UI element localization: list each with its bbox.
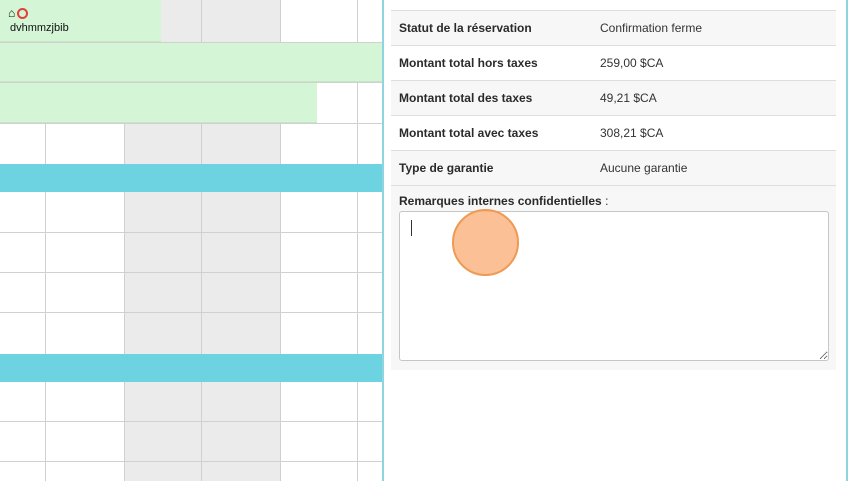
detail-value: Confirmation ferme [600, 21, 703, 35]
booking-icons: ⌂ [8, 6, 29, 20]
booking-block[interactable] [0, 43, 382, 82]
remarks-label: Remarques internes confidentielles : [399, 194, 608, 208]
detail-label: Montant total des taxes [399, 91, 533, 105]
day-separator-band [0, 164, 382, 192]
detail-value: 49,21 $CA [600, 91, 657, 105]
detail-value: Aucune garantie [600, 161, 688, 175]
detail-row-status: Statut de la réservation Confirmation fe… [391, 10, 836, 45]
panel-border [846, 0, 848, 481]
booking-name: dvhmmzjbib [10, 22, 69, 34]
booking-block[interactable] [0, 83, 317, 123]
detail-label: Statut de la réservation [399, 21, 532, 35]
text-caret [411, 220, 412, 236]
detail-label: Type de garantie [399, 161, 494, 175]
detail-value: 308,21 $CA [600, 126, 664, 140]
detail-row-subtotal: Montant total hors taxes 259,00 $CA [391, 45, 836, 80]
detail-label: Montant total hors taxes [399, 56, 538, 70]
grid-line [0, 312, 382, 313]
remarks-label-text: Remarques internes confidentielles [399, 194, 602, 208]
remarks-label-suffix: : [601, 194, 609, 208]
grid-line [0, 461, 382, 462]
detail-row-total: Montant total avec taxes 308,21 $CA [391, 115, 836, 150]
booking-block[interactable]: ⌂ dvhmmzjbib [0, 0, 161, 42]
detail-row-taxes: Montant total des taxes 49,21 $CA [391, 80, 836, 115]
house-icon: ⌂ [8, 6, 16, 20]
row-separator [391, 185, 836, 186]
calendar-grid[interactable]: ⌂ dvhmmzjbib [0, 0, 382, 481]
day-separator-band [0, 354, 382, 382]
app-root: ⌂ dvhmmzjbib Statut de la réservation Co… [0, 0, 860, 481]
grid-line [0, 232, 382, 233]
detail-label: Montant total avec taxes [399, 126, 539, 140]
detail-row-guarantee: Type de garantie Aucune garantie [391, 150, 836, 185]
detail-value: 259,00 $CA [600, 56, 664, 70]
grid-line [0, 123, 382, 124]
circle-icon [17, 7, 29, 19]
panel-divider [382, 0, 384, 481]
click-indicator [452, 209, 519, 276]
grid-line [0, 272, 382, 273]
grid-line [0, 421, 382, 422]
